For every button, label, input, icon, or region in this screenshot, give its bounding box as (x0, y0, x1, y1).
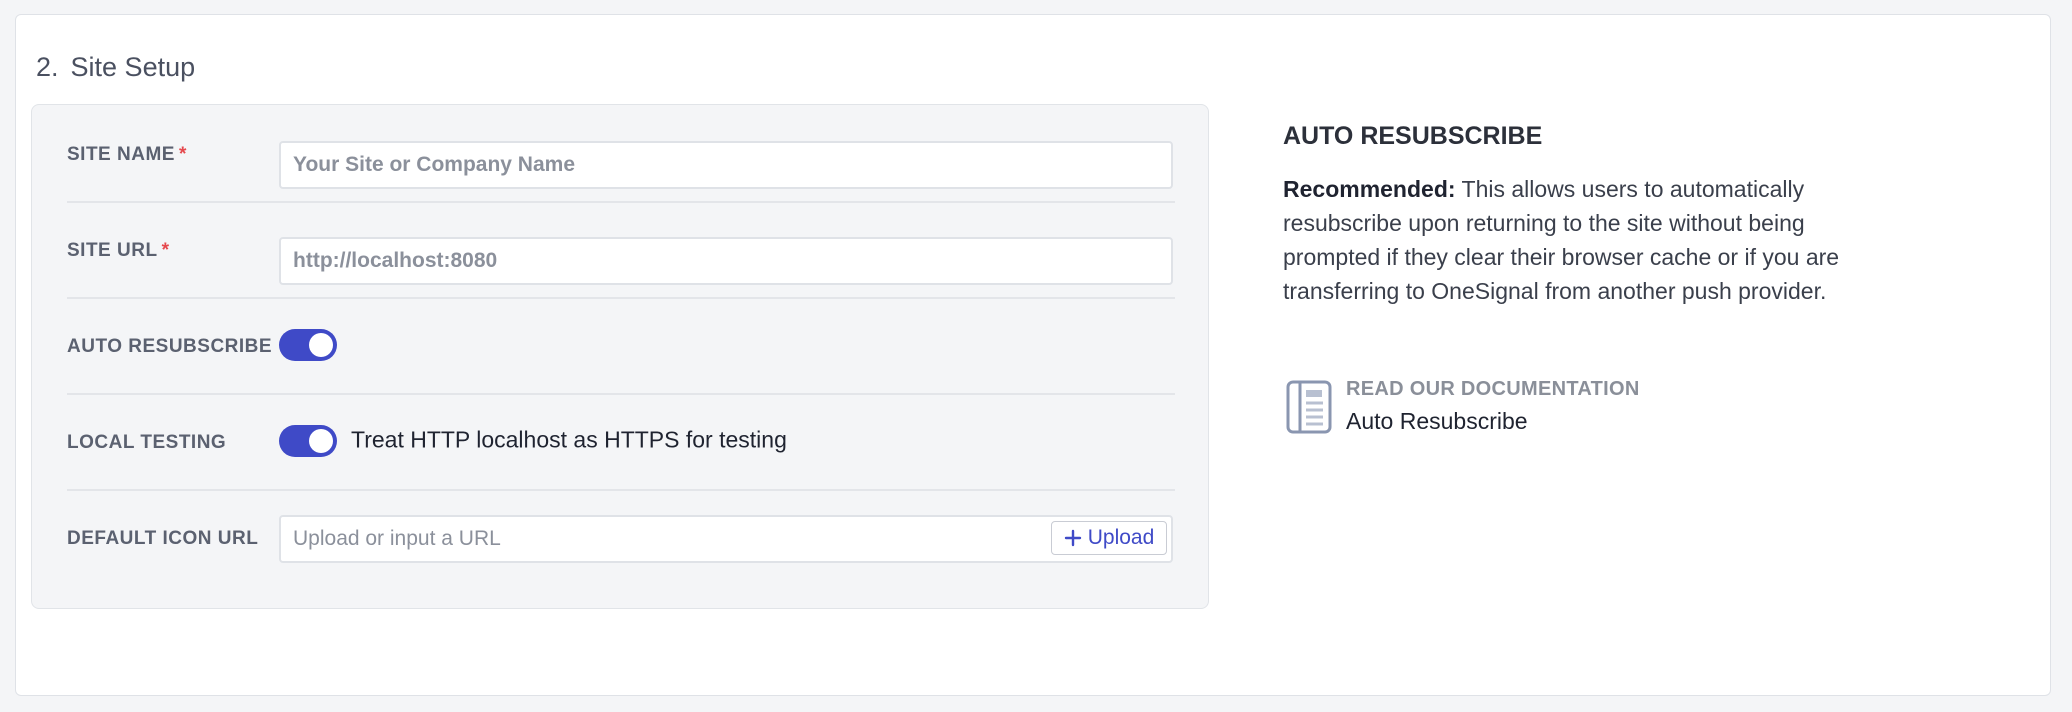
local-testing-label: LOCAL TESTING (67, 432, 227, 453)
toggle-knob (309, 333, 333, 357)
upload-button[interactable]: Upload (1051, 521, 1167, 555)
required-marker: * (161, 240, 170, 261)
toggle-knob (309, 429, 333, 453)
upload-button-label: Upload (1087, 526, 1155, 549)
site-url-label: SITE URL * (67, 240, 170, 261)
auto-resubscribe-label: AUTO RESUBSCRIBE (67, 336, 273, 357)
doc-link-label: READ OUR DOCUMENTATION (1346, 378, 1640, 400)
site-url-row: SITE URL * (67, 201, 1175, 299)
help-description: Recommended: This allows users to automa… (1283, 172, 1873, 308)
plus-icon (1064, 529, 1081, 547)
section-number: 2. (36, 52, 59, 82)
site-name-row: SITE NAME * (67, 105, 1175, 203)
site-name-input[interactable] (279, 141, 1173, 189)
site-setup-form: SITE NAME* SITE URL* AUTO RESUBSCRIBE LO… (31, 104, 1209, 609)
local-testing-toggle[interactable] (279, 425, 337, 457)
book-icon (1286, 380, 1332, 434)
local-testing-description: Treat HTTP localhost as HTTPS for testin… (351, 426, 787, 453)
documentation-link[interactable]: READ OUR DOCUMENTATION Auto Resubscribe (1286, 378, 1706, 434)
recommended-label: Recommended: (1283, 176, 1456, 202)
site-url-input[interactable] (279, 237, 1173, 285)
default-icon-url-field: Upload (279, 515, 1173, 563)
section-title: 2. Site Setup (36, 52, 195, 83)
default-icon-url-label: DEFAULT ICON URL (67, 528, 259, 549)
default-icon-url-input[interactable] (281, 517, 1041, 561)
site-name-label: SITE NAME * (67, 144, 187, 165)
help-title: AUTO RESUBSCRIBE (1283, 122, 1543, 150)
section-title-text: Site Setup (70, 52, 196, 82)
required-marker: * (178, 144, 187, 165)
auto-resubscribe-toggle[interactable] (279, 329, 337, 361)
default-icon-url-row: DEFAULT ICON URL Upload (67, 489, 1175, 585)
local-testing-row: LOCAL TESTING Treat HTTP localhost as HT… (67, 393, 1175, 491)
doc-link-name: Auto Resubscribe (1346, 408, 1528, 434)
auto-resubscribe-row: AUTO RESUBSCRIBE (67, 297, 1175, 395)
